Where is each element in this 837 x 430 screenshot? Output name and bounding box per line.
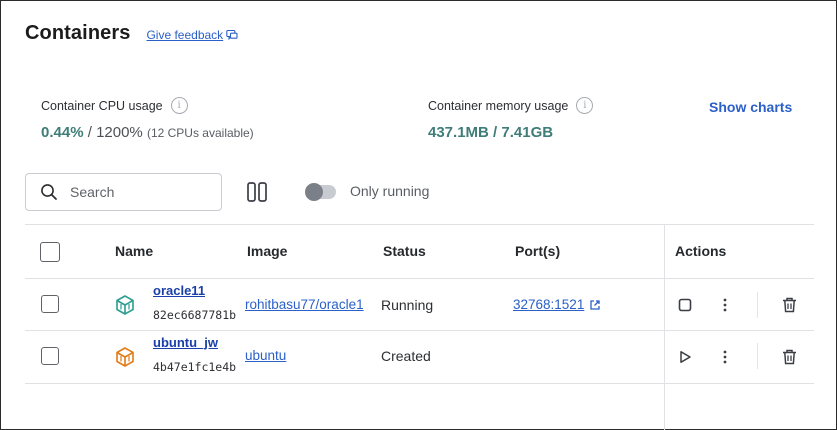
action-separator xyxy=(757,343,758,369)
page-title: Containers xyxy=(25,22,131,44)
cpu-usage-value: 0.44% / 1200% (12 CPUs available) xyxy=(41,124,254,141)
give-feedback-label: Give feedback xyxy=(146,28,224,42)
kebab-menu-icon xyxy=(723,350,727,364)
memory-usage-value: 437.1MB / 7.41GB xyxy=(428,124,593,141)
container-port-label: 32768:1521 xyxy=(513,297,585,312)
table-header-divider xyxy=(25,278,814,279)
table-row-divider xyxy=(25,330,814,331)
delete-button[interactable] xyxy=(780,348,798,366)
memory-separator: / xyxy=(488,124,502,141)
actions-column-divider xyxy=(664,224,665,430)
only-running-toggle[interactable] xyxy=(305,183,336,201)
column-header-name[interactable]: Name xyxy=(115,243,153,259)
column-header-status[interactable]: Status xyxy=(383,243,426,259)
column-header-image[interactable]: Image xyxy=(247,243,287,259)
columns-toggle-icon[interactable] xyxy=(246,181,268,203)
kebab-menu-icon xyxy=(723,298,727,312)
cpu-usage-stat: Container CPU usage i 0.44% / 1200% (12 … xyxy=(41,97,254,141)
play-icon xyxy=(680,351,691,363)
search-icon xyxy=(41,184,57,200)
container-image-link[interactable]: ubuntu xyxy=(245,348,373,363)
cpu-note: (12 CPUs available) xyxy=(146,126,254,140)
memory-usage-label: Container memory usage xyxy=(428,98,569,113)
select-all-checkbox[interactable] xyxy=(40,242,60,262)
feedback-icon xyxy=(226,29,238,41)
toggle-knob xyxy=(305,183,323,201)
row-checkbox[interactable] xyxy=(41,295,59,313)
page-header: Containers Give feedback xyxy=(25,22,238,45)
cpu-usage-label: Container CPU usage xyxy=(41,98,163,113)
trash-icon xyxy=(782,297,796,313)
info-icon[interactable]: i xyxy=(576,97,594,114)
row-checkbox[interactable] xyxy=(41,347,59,365)
cpu-used: 0.44% xyxy=(41,124,84,141)
memory-usage-stat: Container memory usage i 437.1MB / 7.41G… xyxy=(428,97,594,141)
container-stopped-icon xyxy=(116,347,134,367)
container-status: Created xyxy=(381,348,431,364)
container-status: Running xyxy=(381,297,434,313)
search-box[interactable] xyxy=(25,173,222,211)
memory-used: 437.1MB xyxy=(428,124,489,141)
only-running-label: Only running xyxy=(350,183,430,199)
action-separator xyxy=(757,292,758,318)
table-top-border xyxy=(25,224,814,225)
more-actions-button[interactable] xyxy=(716,296,734,314)
container-name-link[interactable]: oracle11 xyxy=(153,283,205,298)
container-image-link[interactable]: rohitbasu77/oracle1 xyxy=(245,297,373,312)
trash-icon xyxy=(782,349,796,365)
container-running-icon xyxy=(116,295,134,315)
show-charts-button[interactable]: Show charts xyxy=(709,99,792,115)
search-input[interactable] xyxy=(70,184,200,200)
container-port-link[interactable]: 32768:1521 xyxy=(513,297,601,312)
give-feedback-link[interactable]: Give feedback xyxy=(146,28,238,42)
memory-total: 7.41GB xyxy=(501,124,554,141)
cpu-total: 1200% xyxy=(96,124,143,141)
stop-icon xyxy=(678,298,692,312)
table-bottom-border xyxy=(25,383,814,384)
delete-button[interactable] xyxy=(780,296,798,314)
container-id: 4b47e1fc1e4b xyxy=(153,360,237,374)
container-id: 82ec6687781b xyxy=(153,308,237,322)
column-header-ports[interactable]: Port(s) xyxy=(515,243,560,259)
start-button[interactable] xyxy=(676,348,694,366)
external-link-icon xyxy=(590,299,600,310)
container-name-link[interactable]: ubuntu_jw xyxy=(153,335,218,350)
more-actions-button[interactable] xyxy=(716,348,734,366)
cpu-separator: / xyxy=(83,124,97,141)
stop-button[interactable] xyxy=(676,296,694,314)
info-icon[interactable]: i xyxy=(170,97,188,114)
column-header-actions: Actions xyxy=(675,243,727,259)
